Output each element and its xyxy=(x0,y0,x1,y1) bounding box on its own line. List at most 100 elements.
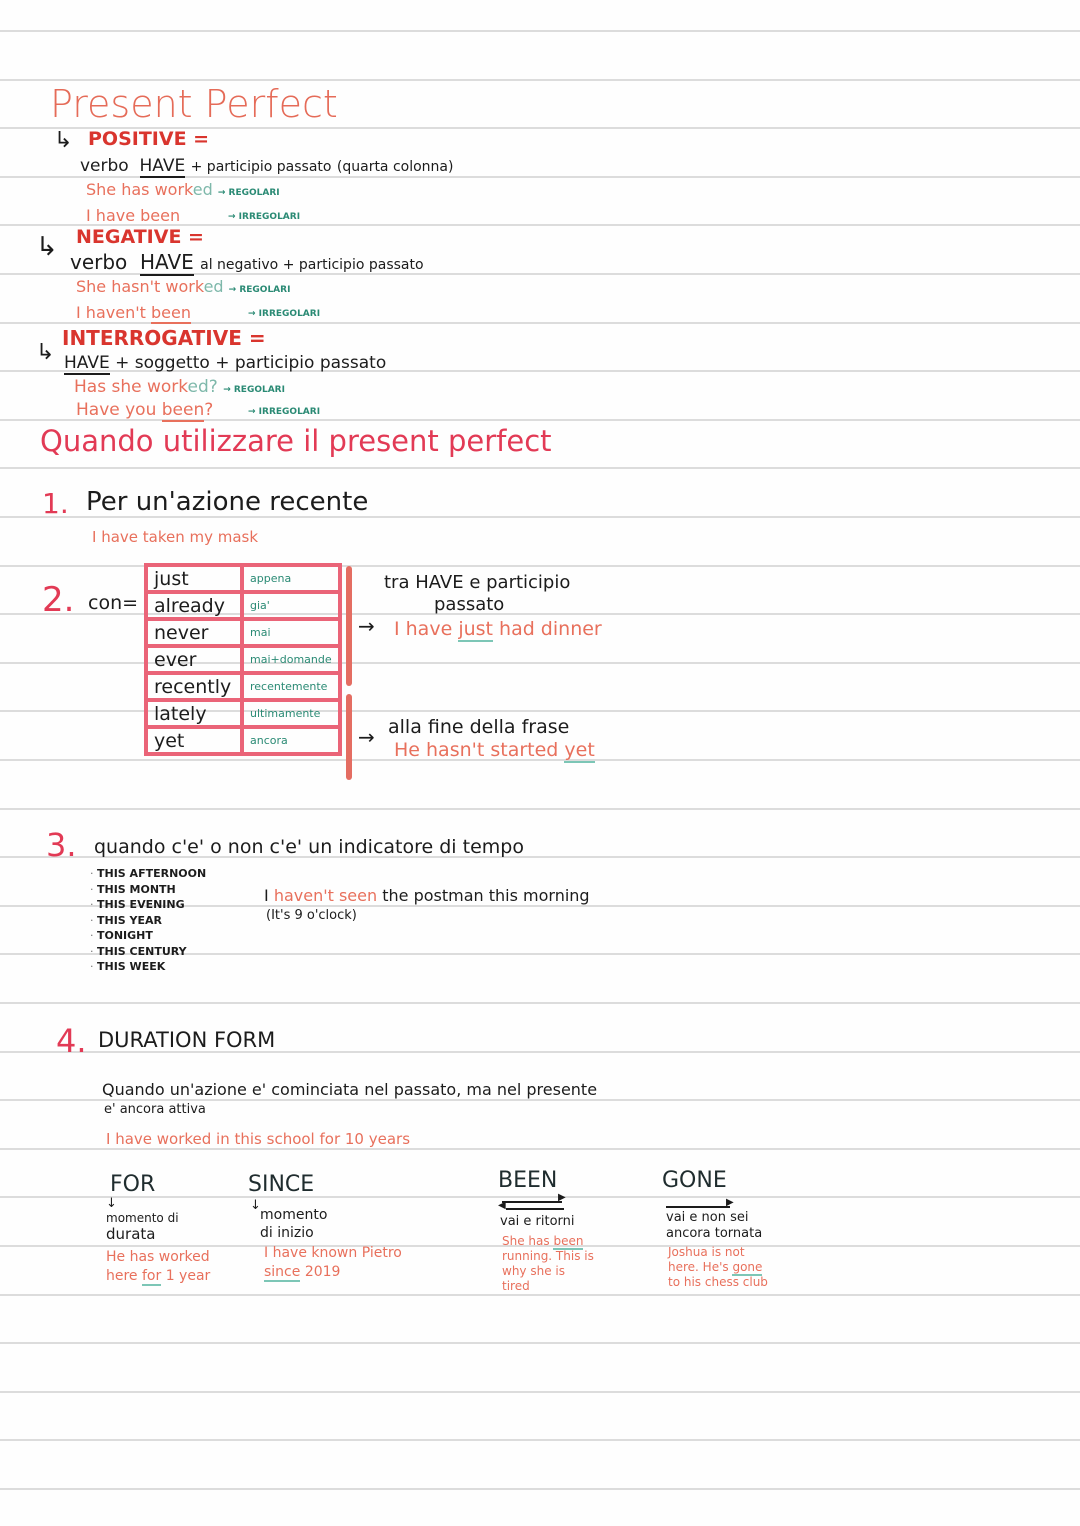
hook-arrow-icon: ↳ xyxy=(36,340,55,365)
negative-rule: verbo HAVE al negativo + participio pass… xyxy=(70,250,424,276)
usage-title-1: Per un'azione recente xyxy=(86,487,369,517)
positive-example-regular: She has worked → REGOLARI xyxy=(86,180,280,199)
adverb-row: already gia' xyxy=(144,590,342,621)
adverb-english: ever xyxy=(144,644,244,675)
example-line: tired xyxy=(502,1279,530,1293)
interrogative-rule: HAVE + soggetto + participio passato xyxy=(64,353,387,375)
hook-arrow-icon: ↳ xyxy=(36,232,58,262)
adverb-italian: mai xyxy=(240,617,342,648)
adverb-italian: ancora xyxy=(240,725,342,756)
time-expression: THIS AFTERNOON xyxy=(90,866,206,882)
example-key: been xyxy=(553,1234,584,1250)
gone-example: Joshua is not here. He's gone to his che… xyxy=(668,1245,768,1290)
time-expression: TONIGHT xyxy=(90,928,206,944)
usage-number-2: 2. xyxy=(42,580,75,620)
group1-note-line1: tra HAVE e participio xyxy=(384,572,571,593)
note-line: momento di xyxy=(106,1211,179,1225)
adverb-row: yet ancora xyxy=(144,725,342,756)
rule-suffix: + soggetto + participio passato xyxy=(115,353,387,373)
arrow-down-icon: ↓ xyxy=(106,1196,117,1211)
usage-example-1: I have taken my mask xyxy=(92,528,259,546)
example-key: yet xyxy=(564,739,595,763)
gone-heading: GONE xyxy=(662,1168,727,1193)
note-line: vai e non sei xyxy=(666,1210,749,1225)
group-bracket-2 xyxy=(346,694,352,780)
ruled-line xyxy=(0,79,1080,81)
usage-number-4: 4. xyxy=(56,1022,87,1060)
example-ending: ed xyxy=(192,180,213,199)
example-text: I have been xyxy=(86,206,181,225)
irregular-tag: → IRREGOLARI xyxy=(248,407,321,417)
example-tail: 1 year xyxy=(161,1268,211,1284)
ruled-line xyxy=(0,1148,1080,1150)
adverb-row: ever mai+domande xyxy=(144,644,342,675)
positive-rule: verbo HAVE + participio passato (quarta … xyxy=(80,156,454,178)
group1-example: I have just had dinner xyxy=(394,618,602,642)
group-bracket-1 xyxy=(346,566,352,686)
ruled-line xyxy=(0,1099,1080,1101)
usage-example-3: I haven't seen the postman this morning xyxy=(264,886,590,905)
interrogative-heading: INTERROGATIVE = xyxy=(62,326,266,350)
time-expression: THIS MONTH xyxy=(90,882,206,898)
example-line: She has xyxy=(502,1234,554,1248)
hook-arrow-icon: ↳ xyxy=(54,128,73,153)
been-note: vai e ritorni xyxy=(500,1214,575,1229)
adverb-row: just appena xyxy=(144,563,342,594)
example-line: running. This is xyxy=(502,1249,594,1263)
rule-note: (quarta colonna) xyxy=(336,159,454,175)
adverb-italian: recentemente xyxy=(240,671,342,702)
arrow-head-right: ▶ xyxy=(558,1192,566,1203)
rule-have: HAVE xyxy=(64,353,110,375)
example-post: had dinner xyxy=(492,618,602,640)
duration-desc-line2: e' ancora attiva xyxy=(104,1102,206,1117)
for-note: momento di durata xyxy=(106,1210,179,1242)
regular-tag: → REGOLARI xyxy=(217,188,280,198)
adverb-english: never xyxy=(144,617,244,648)
note-line: momento xyxy=(260,1207,328,1223)
example-text: I haven't xyxy=(76,303,151,322)
example-pre: He hasn't started xyxy=(394,739,565,761)
adverb-row: never mai xyxy=(144,617,342,648)
adverb-italian: appena xyxy=(240,563,342,594)
ruled-line xyxy=(0,1196,1080,1198)
con-label: con= xyxy=(88,592,139,614)
negative-example-regular: She hasn't worked → REGOLARI xyxy=(76,277,290,296)
ruled-line xyxy=(0,30,1080,32)
example-line: here xyxy=(106,1268,142,1284)
group1-note-line2: passato xyxy=(434,594,505,615)
been-heading: BEEN xyxy=(498,1168,558,1193)
usage-number-3: 3. xyxy=(46,826,77,864)
irregular-tag: → IRREGOLARI xyxy=(228,212,301,222)
arrow-right-line xyxy=(502,1201,562,1203)
arrow-right-icon: → xyxy=(358,614,375,638)
example-ending: ed xyxy=(203,277,224,296)
adverb-italian: ultimamente xyxy=(240,698,342,729)
example-line: I have known Pietro xyxy=(264,1245,402,1261)
group2-note: alla fine della frase xyxy=(388,716,570,738)
ruled-line xyxy=(0,1391,1080,1393)
arrow-line xyxy=(666,1206,730,1208)
arrow-left-line xyxy=(506,1208,564,1210)
example-text: Have you xyxy=(76,400,162,420)
regular-tag: → REGOLARI xyxy=(223,385,285,395)
adverb-italian: mai+domande xyxy=(240,644,342,675)
example-underlined: been xyxy=(150,303,191,324)
for-example: He has worked here for 1 year xyxy=(106,1248,210,1286)
rule-suffix: al negativo + participio passato xyxy=(200,257,424,273)
rule-have: HAVE xyxy=(139,156,186,178)
interrogative-example-irregular: Have you been? xyxy=(76,400,213,422)
arrow-head-left: ◀ xyxy=(498,1200,506,1211)
note-line: durata xyxy=(106,1225,156,1243)
been-example: She has been running. This is why she is… xyxy=(502,1234,594,1294)
example-pre: I xyxy=(264,886,274,905)
example-line: He has worked xyxy=(106,1249,210,1265)
adverbs-table: just appena already gia' never mai ever mai+dom… xyxy=(144,563,342,756)
example-key: for xyxy=(142,1268,162,1286)
irregular-tag: → IRREGOLARI xyxy=(248,309,321,319)
adverb-row: lately ultimamente xyxy=(144,698,342,729)
adverb-row: recently recentemente xyxy=(144,671,342,702)
time-expression: THIS EVENING xyxy=(90,897,206,913)
example-line: to his chess club xyxy=(668,1275,768,1289)
usage-number-1: 1. xyxy=(42,487,69,520)
usage-title-3: quando c'e' o non c'e' un indicatore di … xyxy=(94,836,524,858)
